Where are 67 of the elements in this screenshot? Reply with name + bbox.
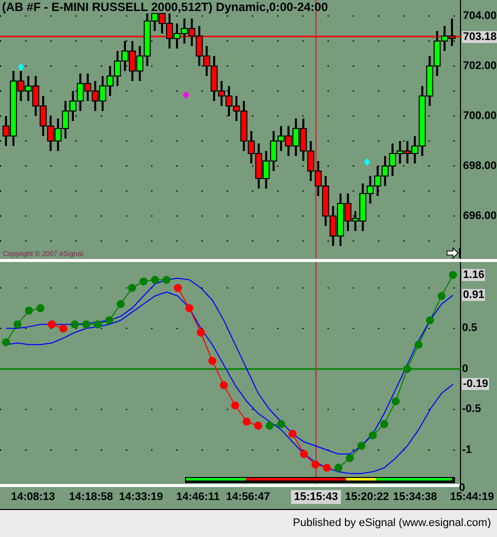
time-axis-label: 15:34:38 bbox=[392, 490, 438, 504]
oscillator-axis-label: 0 bbox=[462, 362, 468, 375]
value-tag: -0.19 bbox=[462, 378, 490, 390]
price-axis-label: 696.00 bbox=[463, 210, 497, 222]
oscillator-dot bbox=[426, 316, 434, 324]
oscillator-dot bbox=[174, 284, 182, 292]
diamond-marker-icon bbox=[364, 158, 370, 166]
oscillator-dot bbox=[357, 442, 366, 450]
oscillator-dot bbox=[322, 464, 331, 472]
oscillator-dot bbox=[403, 364, 412, 373]
oscillator-dot bbox=[277, 420, 286, 428]
price-axis-label: 702.00 bbox=[463, 60, 497, 72]
oscillator-dot bbox=[185, 304, 194, 312]
oscillator-dot bbox=[208, 356, 216, 365]
oscillator-dot bbox=[36, 304, 44, 312]
last-price-label: 703.18 bbox=[462, 30, 497, 42]
time-axis-label: 14:56:47 bbox=[226, 490, 270, 504]
oscillator-dot bbox=[231, 401, 240, 410]
oscillator-axis-label: -0.5 bbox=[462, 403, 481, 416]
oscillator-dot bbox=[82, 320, 90, 328]
price-axis-label: 704.00 bbox=[463, 10, 497, 22]
time-axis-label: 14:33:19 bbox=[118, 490, 164, 504]
oscillator-dot bbox=[70, 320, 79, 328]
oscillator-dot bbox=[151, 276, 159, 284]
oscillator-dot bbox=[438, 292, 446, 300]
time-axis-label: 14:46:11 bbox=[176, 490, 220, 504]
diamond-marker-icon bbox=[183, 91, 189, 99]
oscillator-dot bbox=[13, 320, 22, 328]
price-axis-label: 698.00 bbox=[463, 160, 497, 172]
oscillator-dot bbox=[105, 316, 114, 324]
diamond-marker-icon bbox=[18, 63, 24, 71]
oscillator-dot bbox=[242, 418, 251, 426]
oscillator-dot bbox=[59, 324, 68, 332]
oscillator-dot bbox=[48, 320, 56, 328]
time-axis-label: 15:44:19 bbox=[450, 491, 494, 504]
oscillator-dot bbox=[311, 460, 320, 469]
oscillator-dot bbox=[414, 340, 423, 349]
volume-axis-label: 0 bbox=[459, 483, 466, 493]
time-axis-label: 15:20:22 bbox=[344, 490, 390, 504]
oscillator-dot bbox=[140, 277, 148, 286]
oscillator-axis-label: 0.5 bbox=[462, 322, 478, 334]
oscillator-dot bbox=[196, 328, 205, 336]
oscillator-dot bbox=[24, 306, 33, 315]
time-axis-label: 14:08:13 bbox=[10, 490, 56, 504]
oscillator-dot bbox=[116, 300, 125, 308]
time-axis-label: 15:15:43 bbox=[290, 490, 342, 504]
oscillator-dot bbox=[368, 431, 377, 440]
value-tag: 1.16 bbox=[462, 268, 486, 281]
oscillator-dot bbox=[2, 338, 10, 346]
oscillator-dot bbox=[380, 420, 388, 428]
oscillator-dot bbox=[220, 381, 228, 390]
oscillator-dot bbox=[128, 284, 136, 292]
oscillator-dot bbox=[449, 270, 457, 279]
footer-text: Published by eSignal (www.esignal.com) bbox=[292, 516, 491, 532]
value-tag: 0.91 bbox=[462, 289, 486, 302]
oscillator-dot bbox=[254, 422, 262, 430]
oscillator-dot bbox=[334, 464, 342, 472]
oscillator-dot bbox=[300, 450, 308, 458]
oscillator-dot bbox=[266, 422, 274, 430]
time-axis-label: 14:18:58 bbox=[68, 490, 114, 504]
oscillator-dot bbox=[94, 320, 102, 328]
price-axis-label: 700.00 bbox=[463, 110, 497, 122]
oscillator-dot bbox=[346, 454, 354, 462]
oscillator-dot bbox=[392, 397, 400, 406]
oscillator-axis-label: -1 bbox=[462, 444, 472, 456]
oscillator-dot bbox=[162, 276, 170, 284]
oscillator-dot bbox=[288, 430, 297, 438]
